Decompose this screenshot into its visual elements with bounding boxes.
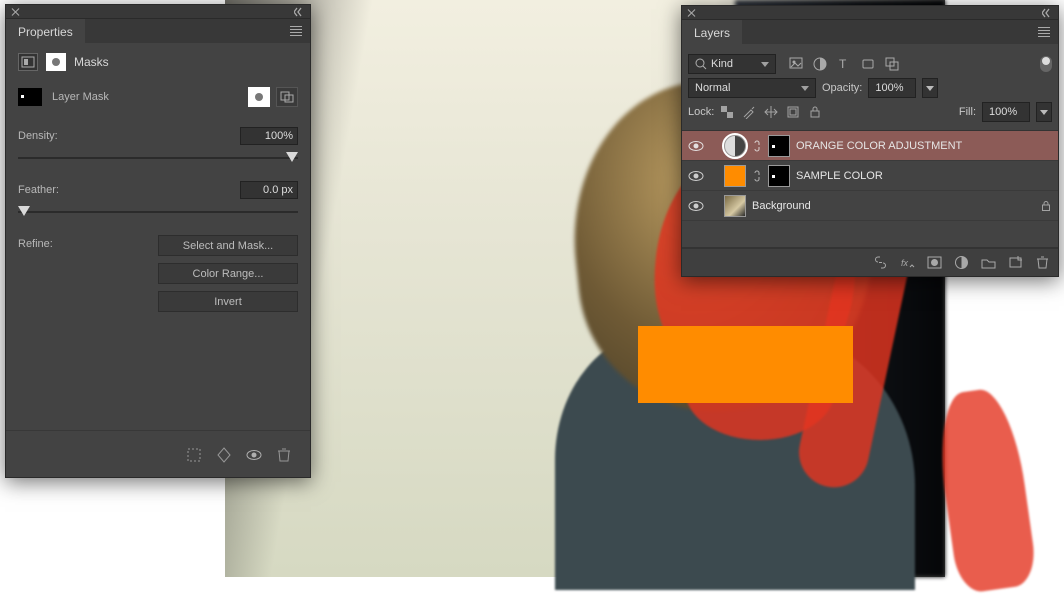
filter-toggle[interactable] (1040, 56, 1052, 72)
close-icon[interactable] (10, 6, 22, 18)
layer-row[interactable]: ORANGE COLOR ADJUSTMENT (682, 131, 1058, 161)
image-thumbnail[interactable] (724, 195, 746, 217)
filter-pixel-icon[interactable] (788, 56, 804, 72)
pixel-mask-tab-icon[interactable] (18, 53, 38, 71)
filter-kind-label: Kind (711, 58, 733, 70)
button-label: Invert (214, 296, 242, 308)
density-slider[interactable] (18, 151, 298, 165)
properties-titlebar[interactable] (6, 5, 310, 19)
solid-color-thumbnail[interactable] (724, 165, 746, 187)
tab-properties[interactable]: Properties (6, 19, 85, 43)
lock-label: Lock: (688, 106, 714, 118)
delete-layer-icon[interactable] (1035, 255, 1050, 270)
panel-menu-icon[interactable] (1036, 25, 1052, 39)
tab-layers[interactable]: Layers (682, 20, 742, 44)
svg-text:fx: fx (901, 258, 909, 268)
feather-label: Feather: (18, 184, 59, 196)
link-layers-icon[interactable] (873, 255, 888, 270)
collapse-panel-icon[interactable] (1042, 8, 1054, 18)
filter-adjustment-icon[interactable] (812, 56, 828, 72)
button-label: Select and Mask... (183, 240, 274, 252)
feather-slider[interactable] (18, 205, 298, 219)
lock-artboard-icon[interactable] (786, 105, 800, 119)
layers-titlebar[interactable] (682, 6, 1058, 20)
filter-shape-icon[interactable] (860, 56, 876, 72)
select-and-mask-button[interactable]: Select and Mask... (158, 235, 298, 256)
delete-mask-icon[interactable] (276, 447, 292, 463)
mask-link-icon[interactable] (752, 139, 762, 153)
fill-label: Fill: (959, 106, 976, 118)
filter-smart-icon[interactable] (884, 56, 900, 72)
collapse-panel-icon[interactable] (294, 7, 306, 17)
opacity-stepper[interactable] (922, 78, 938, 98)
mask-link-icon[interactable] (752, 169, 762, 183)
panel-menu-icon[interactable] (288, 24, 304, 38)
opacity-label: Opacity: (822, 82, 862, 94)
fill-value: 100% (989, 106, 1017, 118)
new-layer-icon[interactable] (1008, 255, 1023, 270)
vector-mask-tab-icon[interactable] (46, 53, 66, 71)
filter-type-icon[interactable]: T (836, 56, 852, 72)
blend-mode-value: Normal (695, 82, 730, 94)
layers-panel: Layers Kind T Normal Opac (681, 5, 1059, 277)
layer-mask-thumbnail[interactable] (768, 165, 790, 187)
sample-color-rectangle[interactable] (638, 326, 853, 403)
fill-input[interactable]: 100% (982, 102, 1030, 122)
lock-icon[interactable] (1040, 200, 1052, 212)
fill-stepper[interactable] (1036, 102, 1052, 122)
refine-label: Refine: (18, 235, 53, 250)
density-label: Density: (18, 130, 58, 142)
search-icon (695, 58, 707, 70)
adjustment-thumbnail[interactable] (724, 135, 746, 157)
visibility-toggle-icon[interactable] (688, 168, 704, 184)
color-range-button[interactable]: Color Range... (158, 263, 298, 284)
layer-mask-thumbnail[interactable] (768, 135, 790, 157)
layer-row[interactable]: Background (682, 191, 1058, 221)
add-vector-mask-button[interactable] (276, 87, 298, 107)
mask-from-selection-icon[interactable] (186, 447, 202, 463)
invert-button[interactable]: Invert (158, 291, 298, 312)
layer-row[interactable]: SAMPLE COLOR (682, 161, 1058, 191)
tab-label: Layers (694, 26, 730, 40)
svg-text:T: T (839, 57, 847, 71)
apply-mask-icon[interactable] (216, 447, 232, 463)
layer-name[interactable]: ORANGE COLOR ADJUSTMENT (796, 140, 962, 152)
add-mask-icon[interactable] (927, 255, 942, 270)
close-icon[interactable] (686, 7, 698, 19)
filter-kind-select[interactable]: Kind (688, 54, 776, 74)
visibility-toggle-icon[interactable] (688, 198, 704, 214)
tab-label: Properties (18, 25, 73, 39)
add-pixel-mask-button[interactable] (248, 87, 270, 107)
density-input[interactable] (240, 127, 298, 145)
opacity-input[interactable]: 100% (868, 78, 916, 98)
visibility-toggle-icon[interactable] (688, 138, 704, 154)
lock-pixels-icon[interactable] (742, 105, 756, 119)
button-label: Color Range... (193, 268, 264, 280)
new-adjustment-icon[interactable] (954, 255, 969, 270)
layer-style-icon[interactable]: fx (900, 255, 915, 270)
layer-name[interactable]: Background (752, 200, 811, 212)
feather-input[interactable] (240, 181, 298, 199)
layer-list: ORANGE COLOR ADJUSTMENT SAMPLE COLOR Bac… (682, 130, 1058, 248)
properties-panel: Properties Masks Layer Mask (5, 4, 311, 478)
new-group-icon[interactable] (981, 255, 996, 270)
layers-footer: fx (682, 248, 1058, 276)
lock-transparent-icon[interactable] (720, 105, 734, 119)
layer-name[interactable]: SAMPLE COLOR (796, 170, 883, 182)
mask-type-label: Layer Mask (52, 91, 109, 103)
layer-mask-thumbnail[interactable] (18, 88, 42, 106)
lock-all-icon[interactable] (808, 105, 822, 119)
toggle-visibility-icon[interactable] (246, 447, 262, 463)
lock-position-icon[interactable] (764, 105, 778, 119)
properties-section-title: Masks (74, 55, 109, 69)
blend-mode-select[interactable]: Normal (688, 78, 816, 98)
opacity-value: 100% (875, 82, 903, 94)
